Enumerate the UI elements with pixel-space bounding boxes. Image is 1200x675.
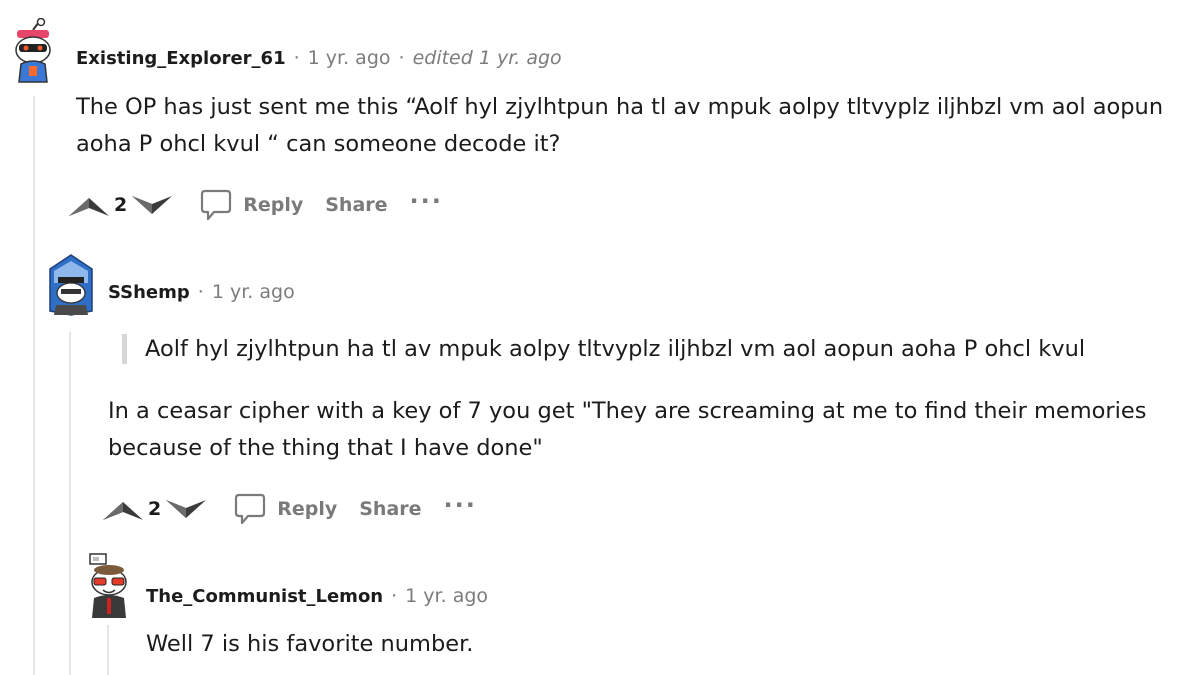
comment-bubble-icon <box>233 492 267 526</box>
comment-body: The OP has just sent me this “Aolf hyl z… <box>76 94 1164 157</box>
separator-dot: · <box>391 585 398 607</box>
reply-label: Reply <box>277 498 338 520</box>
snoo-avatar-icon <box>15 18 51 83</box>
downvote-icon[interactable] <box>163 495 209 523</box>
avatar[interactable] <box>46 253 96 317</box>
reply-button[interactable]: Reply <box>199 188 303 222</box>
comment-body: In a ceasar cipher with a key of 7 you g… <box>108 398 1147 461</box>
more-options-icon[interactable]: ··· <box>410 189 443 213</box>
thread-line-3[interactable] <box>107 625 109 675</box>
separator-dot: · <box>293 47 300 69</box>
comment-1-actions: 2 Reply Share ··· <box>66 188 443 222</box>
timestamp[interactable]: 1 yr. ago <box>405 585 488 607</box>
avatar[interactable] <box>84 552 134 620</box>
reply-button[interactable]: Reply <box>233 492 337 526</box>
separator-dot: · <box>398 47 405 69</box>
comment-bubble-icon <box>199 188 233 222</box>
share-button[interactable]: Share <box>325 194 387 216</box>
downvote-icon[interactable] <box>129 191 175 219</box>
snoo-avatar-icon <box>49 254 93 316</box>
more-options-icon[interactable]: ··· <box>444 493 477 517</box>
vote-score: 2 <box>114 194 128 216</box>
comment-2-meta: SShemp · 1 yr. ago <box>108 281 295 303</box>
upvote-icon[interactable] <box>100 495 146 523</box>
separator-dot: · <box>197 281 204 303</box>
share-label: Share <box>359 498 422 520</box>
comment-2-actions: 2 Reply Share ··· <box>100 492 477 526</box>
username[interactable]: Existing_Explorer_61 <box>76 48 286 69</box>
thread-line-1[interactable] <box>33 96 35 675</box>
snoo-avatar-icon <box>89 553 127 618</box>
blockquote: Aolf hyl zjylhtpun ha tl av mpuk aolpy t… <box>122 334 1085 364</box>
comment-3-meta: The_Communist_Lemon · 1 yr. ago <box>146 585 488 607</box>
edited-label: edited 1 yr. ago <box>412 47 562 69</box>
thread-line-2[interactable] <box>69 332 71 675</box>
share-label: Share <box>325 194 388 216</box>
comment-1-meta: Existing_Explorer_61 · 1 yr. ago · edite… <box>76 47 562 69</box>
vote-score: 2 <box>148 498 162 520</box>
share-button[interactable]: Share <box>359 498 421 520</box>
username[interactable]: The_Communist_Lemon <box>146 586 383 607</box>
reply-label: Reply <box>243 194 304 216</box>
comment-body: Well 7 is his favorite number. <box>146 631 474 657</box>
username[interactable]: SShemp <box>108 282 190 303</box>
timestamp[interactable]: 1 yr. ago <box>308 47 391 69</box>
avatar[interactable] <box>9 18 57 84</box>
timestamp[interactable]: 1 yr. ago <box>212 281 295 303</box>
upvote-icon[interactable] <box>66 191 112 219</box>
